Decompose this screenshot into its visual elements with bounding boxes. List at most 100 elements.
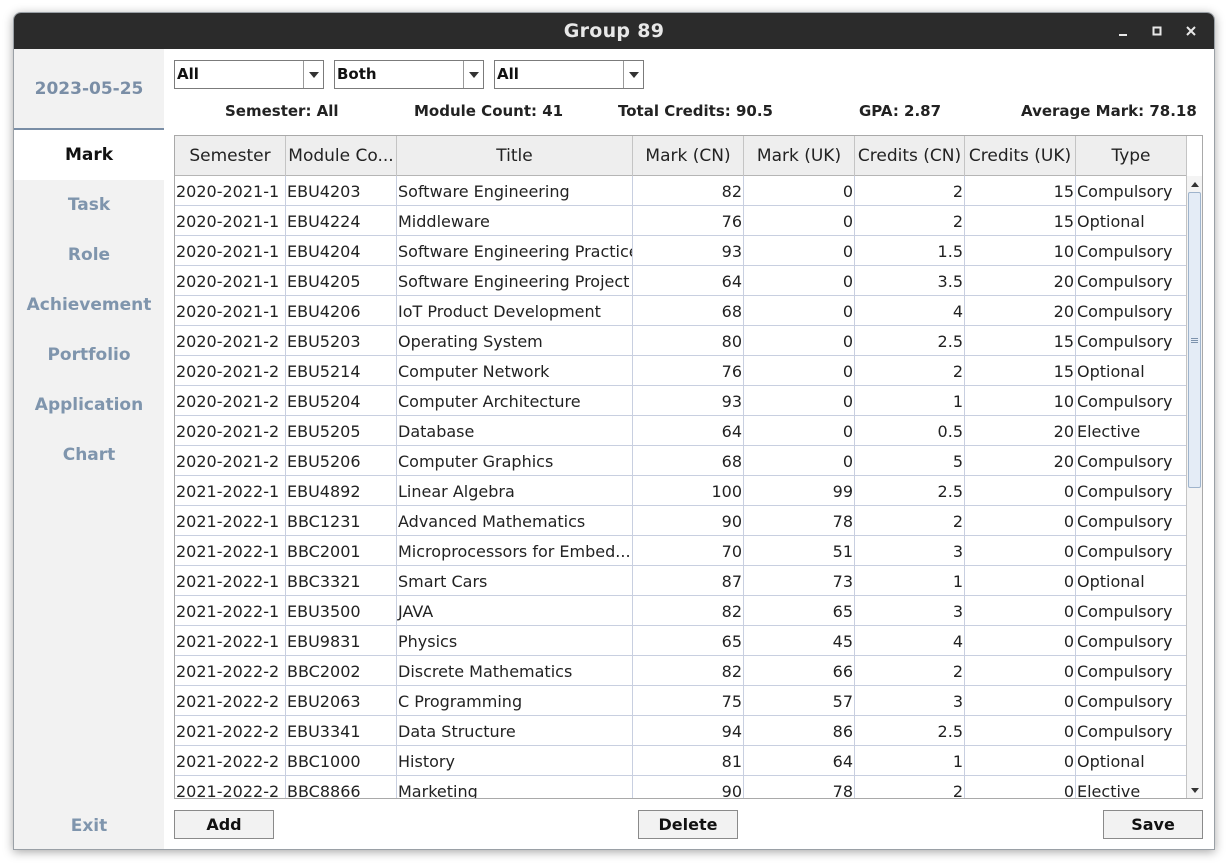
cell-credits-uk[interactable]: 0 [965, 596, 1076, 626]
chevron-down-icon[interactable] [303, 61, 323, 88]
sidebar-item-portfolio[interactable]: Portfolio [14, 330, 164, 380]
cell-module-code[interactable]: EBU5205 [286, 416, 397, 446]
table-row[interactable]: 2020-2021-2 EBU5204 Computer Architecture 9… [175, 386, 1187, 416]
column-header-mark-cn[interactable]: Mark (CN) [633, 136, 744, 176]
table-row[interactable]: 2021-2022-2 BBC2002 Discrete Mathematics 82… [175, 656, 1187, 686]
cell-mark-uk[interactable]: 0 [744, 446, 855, 476]
save-button[interactable]: Save [1103, 810, 1203, 839]
cell-mark-uk[interactable]: 57 [744, 686, 855, 716]
cell-semester[interactable]: 2021-2022-2 [175, 686, 286, 716]
arrow-down-icon[interactable] [1187, 782, 1202, 798]
table-row[interactable]: 2020-2021-1 EBU4206 IoT Product Developmen… [175, 296, 1187, 326]
cell-credits-cn[interactable]: 3 [855, 686, 965, 716]
cell-type[interactable]: Compulsory [1076, 536, 1187, 566]
cell-module-code[interactable]: EBU4206 [286, 296, 397, 326]
cell-credits-cn[interactable]: 3 [855, 596, 965, 626]
cell-module-code[interactable]: BBC8866 [286, 776, 397, 798]
cell-credits-uk[interactable]: 20 [965, 446, 1076, 476]
table-row[interactable]: 2021-2022-1 EBU9831 Physics 65 45 4 0 Compulsor… [175, 626, 1187, 656]
cell-title[interactable]: Discrete Mathematics [397, 656, 633, 686]
cell-credits-cn[interactable]: 4 [855, 626, 965, 656]
cell-mark-cn[interactable]: 93 [633, 386, 744, 416]
cell-mark-uk[interactable]: 0 [744, 266, 855, 296]
cell-mark-cn[interactable]: 68 [633, 296, 744, 326]
sidebar-item-role[interactable]: Role [14, 230, 164, 280]
cell-type[interactable]: Compulsory [1076, 716, 1187, 746]
cell-mark-uk[interactable]: 0 [744, 206, 855, 236]
scrollbar-thumb[interactable] [1188, 192, 1201, 488]
cell-mark-uk[interactable]: 65 [744, 596, 855, 626]
column-header-credits-uk[interactable]: Credits (UK) [965, 136, 1076, 176]
cell-credits-uk[interactable]: 10 [965, 386, 1076, 416]
cell-semester[interactable]: 2020-2021-1 [175, 206, 286, 236]
cell-credits-cn[interactable]: 2 [855, 356, 965, 386]
cell-credits-cn[interactable]: 3.5 [855, 266, 965, 296]
minimize-icon[interactable] [1106, 13, 1140, 49]
cell-mark-cn[interactable]: 64 [633, 416, 744, 446]
cell-title[interactable]: Physics [397, 626, 633, 656]
cell-module-code[interactable]: BBC1000 [286, 746, 397, 776]
cell-semester[interactable]: 2021-2022-2 [175, 656, 286, 686]
cell-semester[interactable]: 2021-2022-1 [175, 506, 286, 536]
cell-type[interactable]: Compulsory [1076, 596, 1187, 626]
cell-module-code[interactable]: EBU2063 [286, 686, 397, 716]
cell-type[interactable]: Compulsory [1076, 296, 1187, 326]
cell-mark-cn[interactable]: 76 [633, 356, 744, 386]
cell-mark-cn[interactable]: 82 [633, 656, 744, 686]
cell-mark-uk[interactable]: 0 [744, 236, 855, 266]
cell-credits-uk[interactable]: 20 [965, 266, 1076, 296]
table-row[interactable]: 2020-2021-1 EBU4204 Software Engineering P… [175, 236, 1187, 266]
column-header-title[interactable]: Title [397, 136, 633, 176]
cell-title[interactable]: Software Engineering [397, 176, 633, 206]
cell-semester[interactable]: 2021-2022-1 [175, 476, 286, 506]
cell-semester[interactable]: 2020-2021-1 [175, 266, 286, 296]
cell-module-code[interactable]: EBU3500 [286, 596, 397, 626]
cell-title[interactable]: Smart Cars [397, 566, 633, 596]
cell-type[interactable]: Elective [1076, 416, 1187, 446]
sidebar-item-chart[interactable]: Chart [14, 430, 164, 480]
cell-mark-cn[interactable]: 68 [633, 446, 744, 476]
cell-type[interactable]: Compulsory [1076, 686, 1187, 716]
table-row[interactable]: 2020-2021-2 EBU5206 Computer Graphics 68 0 5 2… [175, 446, 1187, 476]
semester-filter-select[interactable]: All [174, 60, 324, 89]
cell-type[interactable]: Compulsory [1076, 266, 1187, 296]
cell-type[interactable]: Compulsory [1076, 476, 1187, 506]
cell-mark-uk[interactable]: 45 [744, 626, 855, 656]
cell-title[interactable]: Database [397, 416, 633, 446]
cell-type[interactable]: Optional [1076, 566, 1187, 596]
cell-semester[interactable]: 2020-2021-2 [175, 386, 286, 416]
cell-title[interactable]: Advanced Mathematics [397, 506, 633, 536]
table-row[interactable]: 2020-2021-2 EBU5214 Computer Network 76 0 2 15… [175, 356, 1187, 386]
cell-title[interactable]: Marketing [397, 776, 633, 798]
cell-semester[interactable]: 2021-2022-1 [175, 596, 286, 626]
chevron-down-icon[interactable] [463, 61, 483, 88]
cell-title[interactable]: Data Structure [397, 716, 633, 746]
arrow-up-icon[interactable] [1187, 176, 1202, 192]
cell-credits-uk[interactable]: 0 [965, 746, 1076, 776]
cell-credits-uk[interactable]: 20 [965, 416, 1076, 446]
table-row[interactable]: 2020-2021-1 EBU4203 Software Engineering 82… [175, 176, 1187, 206]
cell-credits-uk[interactable]: 20 [965, 296, 1076, 326]
module-type-filter-select[interactable]: All [494, 60, 644, 89]
cell-semester[interactable]: 2020-2021-2 [175, 356, 286, 386]
cell-credits-cn[interactable]: 2 [855, 176, 965, 206]
table-row[interactable]: 2021-2022-1 BBC3321 Smart Cars 87 73 1 0 Option… [175, 566, 1187, 596]
cell-mark-uk[interactable]: 0 [744, 176, 855, 206]
cell-credits-cn[interactable]: 1.5 [855, 236, 965, 266]
cell-title[interactable]: IoT Product Development [397, 296, 633, 326]
cell-mark-cn[interactable]: 70 [633, 536, 744, 566]
cell-semester[interactable]: 2020-2021-1 [175, 236, 286, 266]
cell-credits-cn[interactable]: 4 [855, 296, 965, 326]
cell-mark-uk[interactable]: 0 [744, 386, 855, 416]
column-header-module-code[interactable]: Module Co... [286, 136, 397, 176]
cell-mark-cn[interactable]: 76 [633, 206, 744, 236]
cell-semester[interactable]: 2020-2021-2 [175, 416, 286, 446]
maximize-icon[interactable] [1140, 13, 1174, 49]
cell-credits-uk[interactable]: 0 [965, 686, 1076, 716]
cell-module-code[interactable]: EBU5204 [286, 386, 397, 416]
column-header-semester[interactable]: Semester [175, 136, 286, 176]
table-row[interactable]: 2021-2022-2 EBU2063 C Programming 75 57 3 0 Com… [175, 686, 1187, 716]
cell-credits-cn[interactable]: 2 [855, 206, 965, 236]
cell-mark-cn[interactable]: 94 [633, 716, 744, 746]
cell-mark-cn[interactable]: 82 [633, 596, 744, 626]
